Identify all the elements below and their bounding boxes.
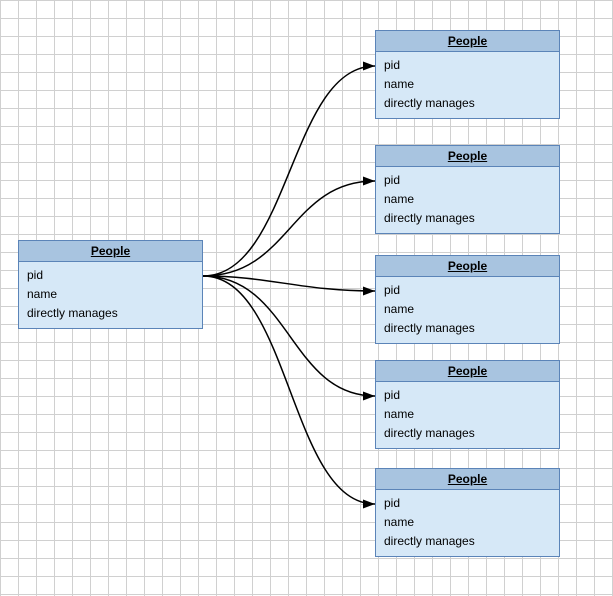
field-pid: pid xyxy=(384,56,551,75)
entity-right-5: People pid name directly manages xyxy=(375,468,560,557)
entity-right-3-header: People xyxy=(376,256,559,277)
field-pid: pid xyxy=(27,266,194,285)
entity-left-header: People xyxy=(19,241,202,262)
field-directly-manages: directly manages xyxy=(384,209,551,228)
entity-right-1: People pid name directly manages xyxy=(375,30,560,119)
entity-right-3-body: pid name directly manages xyxy=(376,277,559,343)
field-directly-manages: directly manages xyxy=(384,319,551,338)
entity-right-1-header: People xyxy=(376,31,559,52)
field-name: name xyxy=(384,405,551,424)
field-pid: pid xyxy=(384,171,551,190)
entity-right-3: People pid name directly manages xyxy=(375,255,560,344)
entity-right-5-header: People xyxy=(376,469,559,490)
entity-left: People pid name directly manages xyxy=(18,240,203,329)
field-directly-manages: directly manages xyxy=(384,532,551,551)
entity-right-1-body: pid name directly manages xyxy=(376,52,559,118)
field-directly-manages: directly manages xyxy=(384,94,551,113)
field-directly-manages: directly manages xyxy=(27,304,194,323)
arrow-to-box3 xyxy=(203,276,375,291)
arrow-to-box5 xyxy=(203,276,375,504)
field-pid: pid xyxy=(384,494,551,513)
field-name: name xyxy=(384,513,551,532)
entity-right-2-header: People xyxy=(376,146,559,167)
field-name: name xyxy=(384,190,551,209)
entity-right-2: People pid name directly manages xyxy=(375,145,560,234)
entity-right-4: People pid name directly manages xyxy=(375,360,560,449)
entity-left-body: pid name directly manages xyxy=(19,262,202,328)
entity-right-2-body: pid name directly manages xyxy=(376,167,559,233)
arrow-to-box2 xyxy=(203,181,375,276)
field-directly-manages: directly manages xyxy=(384,424,551,443)
arrow-to-box4 xyxy=(203,276,375,396)
entity-right-4-header: People xyxy=(376,361,559,382)
field-pid: pid xyxy=(384,281,551,300)
field-pid: pid xyxy=(384,386,551,405)
field-name: name xyxy=(27,285,194,304)
field-name: name xyxy=(384,75,551,94)
entity-right-5-body: pid name directly manages xyxy=(376,490,559,556)
field-name: name xyxy=(384,300,551,319)
arrow-to-box1 xyxy=(203,66,375,276)
diagram-canvas: People pid name directly manages People … xyxy=(0,0,613,596)
entity-right-4-body: pid name directly manages xyxy=(376,382,559,448)
